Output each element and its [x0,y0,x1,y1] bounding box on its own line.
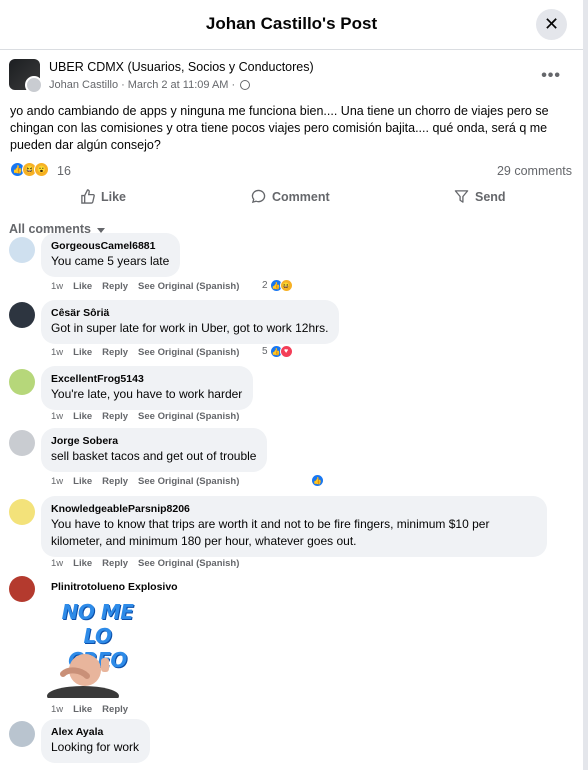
post-meta: Johan Castillo · March 2 at 11:09 AM · [49,79,251,91]
commenter-avatar[interactable] [9,369,35,395]
author-avatar[interactable] [25,76,43,94]
comment-reply-button[interactable]: Reply [102,347,128,358]
comment-count[interactable]: 29 comments [497,164,572,178]
comment-time[interactable]: 1w [51,347,63,358]
post-dialog: Johan Castillo's Post ✕ UBER CDMX (Usuar… [0,0,583,770]
comment-like-button[interactable]: Like [73,411,92,422]
see-original-button[interactable]: See Original (Spanish) [138,476,239,487]
commenter-avatar[interactable] [9,721,35,747]
sticker-image[interactable]: NO ME LO CREO [45,598,140,698]
comment-author[interactable]: Cêsär Sôriä [51,306,328,320]
like-reaction-icon: 👍 [311,474,324,487]
thumbs-up-icon [81,189,95,204]
see-original-button[interactable]: See Original (Spanish) [138,411,239,422]
comment-text: Got in super late for work in Uber, got … [51,321,329,335]
wow-reaction-icon: 😮 [34,162,49,177]
post-date[interactable]: March 2 at 11:09 AM [128,79,229,91]
comment-author[interactable]: Alex Ayala [51,725,139,739]
comment-reply-button[interactable]: Reply [102,558,128,569]
comment-bubble: KnowledgeableParsnip8206 You have to kno… [41,496,547,557]
commenter-avatar[interactable] [9,499,35,525]
facepalm-man-sticker [47,654,119,698]
post-text: yo ando cambiando de apps y ninguna me f… [10,104,549,152]
group-name[interactable]: UBER CDMX (Usuarios, Socios y Conductore… [49,60,314,74]
comment-reactions[interactable]: 5 👍 ♥ [262,345,293,358]
see-original-button[interactable]: See Original (Spanish) [138,347,239,358]
comment-actions: 1w Like Reply [51,704,128,715]
comment-author[interactable]: GorgeousCamel6881 [51,239,169,253]
comment-like-button[interactable]: Like [73,476,92,487]
like-label: Like [101,189,127,204]
comment-reaction-count: 2 [262,280,268,291]
scrollbar-track[interactable] [583,0,588,770]
comment-time[interactable]: 1w [51,704,63,715]
comment-text: sell basket tacos and get out of trouble [51,449,257,463]
comment-reaction-count: 5 [262,346,268,357]
comment-time[interactable]: 1w [51,558,63,569]
comment-reactions[interactable]: 2 👍 😆 [262,279,293,292]
comment-actions: 1w Like Reply See Original (Spanish) [51,558,239,569]
comment-bubble-icon [251,189,266,204]
dialog-header: Johan Castillo's Post ✕ [0,0,583,50]
comment-text: Looking for work [51,740,140,754]
commenter-avatar[interactable] [9,430,35,456]
meta-separator: · [231,79,236,91]
comment-time[interactable]: 1w [51,281,63,292]
comment-bubble: Cêsär Sôriä Got in super late for work i… [41,300,340,344]
comment-author[interactable]: KnowledgeableParsnip8206 [51,502,536,516]
close-icon: ✕ [543,14,560,34]
comment-reply-button[interactable]: Reply [102,704,128,715]
comment-bubble: GorgeousCamel6881 You came 5 years late [41,233,181,277]
comment-like-button[interactable]: Like [73,281,92,292]
commenter-avatar[interactable] [9,237,35,263]
comment-actions: 1w Like Reply See Original (Spanish) [51,476,239,487]
dialog-title: Johan Castillo's Post [205,14,378,33]
comment-author[interactable]: ExcellentFrog5143 [51,372,242,386]
comment-author[interactable]: Plinitrotolueno Explosivo [51,580,178,594]
more-options-icon[interactable]: ••• [541,67,561,85]
like-button[interactable]: Like [80,189,126,204]
comment-bubble: ExcellentFrog5143 You're late, you have … [41,366,254,410]
comment-bubble: Alex Ayala Looking for work [41,719,151,763]
comment-actions: 1w Like Reply See Original (Spanish) [51,411,239,422]
comment-label: Comment [272,189,330,204]
comment-reactions[interactable]: 👍 [311,474,324,487]
comment-like-button[interactable]: Like [73,558,92,569]
comment-reply-button[interactable]: Reply [102,281,128,292]
comment-text: You have to know that trips are worth it… [51,517,490,548]
see-original-button[interactable]: See Original (Spanish) [138,558,239,569]
globe-icon [240,80,251,90]
see-original-button[interactable]: See Original (Spanish) [138,281,239,292]
comment-like-button[interactable]: Like [73,347,92,358]
comment-button[interactable]: Comment [251,189,583,204]
comment-time[interactable]: 1w [51,476,63,487]
reaction-count[interactable]: 16 [57,164,71,178]
close-button[interactable]: ✕ [536,9,567,40]
comment-actions: 1w Like Reply See Original (Spanish) [51,347,239,358]
send-label: Send [475,189,506,204]
comment-actions: 1w Like Reply See Original (Spanish) [51,281,239,292]
haha-reaction-icon: 😆 [279,279,293,292]
comment-bubble: Jorge Sobera sell basket tacos and get o… [41,428,268,472]
post-author[interactable]: Johan Castillo [49,79,118,91]
send-button[interactable]: Send [454,189,506,204]
comment-reply-button[interactable]: Reply [102,476,128,487]
reactions-summary[interactable]: 👍 😆 😮 16 29 comments [0,159,583,183]
post-actions: Like Comment Send [10,183,573,215]
comment-author[interactable]: Jorge Sobera [51,434,256,448]
comment-time[interactable]: 1w [51,411,63,422]
meta-separator: · [121,79,125,91]
comment-text: You're late, you have to work harder [51,387,243,401]
comment-text: You came 5 years late [51,254,170,268]
send-icon [454,190,469,203]
comment-like-button[interactable]: Like [73,704,92,715]
reaction-icons: 👍 😆 😮 [10,162,49,177]
chevron-down-icon [96,227,105,233]
love-reaction-icon: ♥ [279,345,293,358]
group-avatar[interactable] [9,59,43,94]
commenter-avatar[interactable] [9,576,35,602]
comment-reply-button[interactable]: Reply [102,411,128,422]
commenter-avatar[interactable] [9,302,35,328]
post-header: UBER CDMX (Usuarios, Socios y Conductore… [0,59,583,103]
